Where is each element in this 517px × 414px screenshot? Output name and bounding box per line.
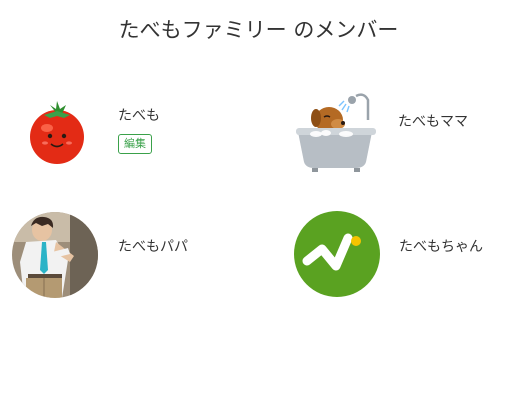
- logo-avatar[interactable]: [294, 211, 380, 297]
- member-card-tabemo-chan[interactable]: たべもちゃん: [260, 200, 517, 310]
- tomato-character-icon: [30, 101, 84, 164]
- member-card-tabemo[interactable]: たべも 編集: [0, 0, 260, 200]
- green-circle-check-logo: [294, 211, 380, 297]
- member-name: たべもちゃん: [399, 239, 483, 255]
- man-photo-avatar[interactable]: [12, 212, 98, 298]
- anime-man-photo: [12, 212, 98, 298]
- edit-button[interactable]: 編集: [118, 134, 152, 154]
- member-name: たべも: [118, 108, 160, 124]
- dog-in-bathtub-icon: [296, 93, 376, 172]
- member-card-tabemo-mama[interactable]: たべもママ: [260, 0, 517, 200]
- member-name: たべもママ: [398, 114, 468, 130]
- member-card-tabemo-papa[interactable]: たべもパパ: [0, 200, 260, 310]
- member-name: たべもパパ: [118, 239, 188, 255]
- tomato-avatar[interactable]: [20, 96, 106, 182]
- dog-bath-avatar[interactable]: [294, 90, 380, 176]
